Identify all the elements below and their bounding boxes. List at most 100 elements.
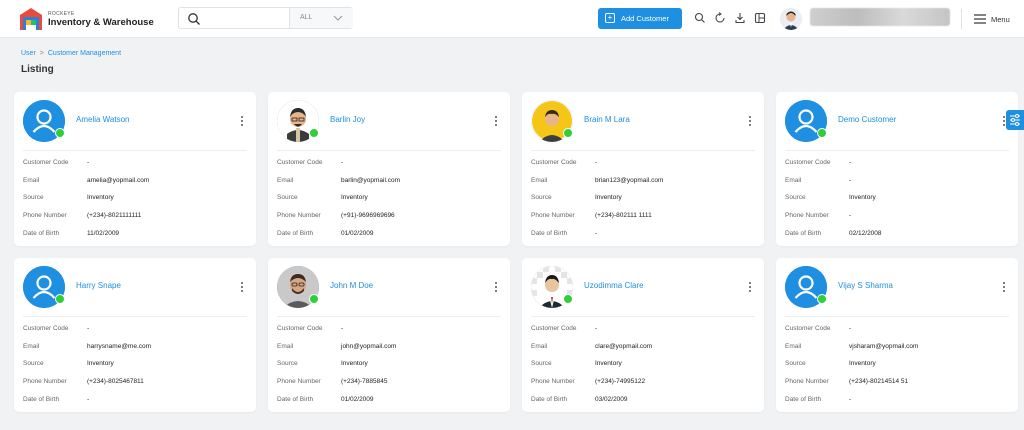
field-value-source: Inventory: [849, 360, 876, 367]
field-label-dob: Date of Birth: [785, 396, 822, 403]
field-value-dob: 02/12/2008: [849, 230, 882, 237]
card-divider: [23, 150, 247, 151]
layout-grid-icon[interactable]: [754, 12, 766, 24]
field-label-phone: Phone Number: [531, 378, 575, 385]
customer-name[interactable]: Uzodimma Clare: [584, 281, 644, 290]
more-options-icon[interactable]: [746, 115, 754, 127]
field-label-code: Customer Code: [531, 159, 577, 166]
more-options-icon[interactable]: [238, 281, 246, 293]
customer-name[interactable]: Barlin Joy: [330, 115, 365, 124]
field-label-dob: Date of Birth: [23, 230, 60, 237]
field-value-code: -: [87, 159, 90, 166]
field-value-code: -: [341, 325, 344, 332]
search-icon[interactable]: [187, 12, 201, 26]
field-label-email: Email: [785, 177, 802, 184]
field-value-phone: -: [849, 212, 852, 219]
field-label-dob: Date of Birth: [23, 396, 60, 403]
chevron-down-icon: [333, 15, 343, 21]
online-status-dot: [563, 128, 573, 138]
customer-name[interactable]: Brain M Lara: [584, 115, 630, 124]
card-divider: [531, 150, 755, 151]
filter-settings-tab[interactable]: [1006, 110, 1024, 130]
online-status-dot: [817, 294, 827, 304]
customer-card[interactable]: Barlin Joy Customer Code - Email barlin@yopm…: [268, 92, 510, 246]
field-value-phone: (+91)-9696969696: [341, 212, 395, 219]
card-divider: [277, 316, 501, 317]
hamburger-menu-icon[interactable]: [974, 14, 986, 24]
menu-label[interactable]: Menu: [991, 15, 1010, 24]
field-value-phone: (+234)-8025467811: [87, 378, 144, 385]
add-customer-button[interactable]: + Add Customer: [598, 8, 682, 29]
download-icon[interactable]: [734, 12, 746, 24]
field-value-code: -: [595, 325, 598, 332]
field-label-email: Email: [531, 177, 548, 184]
online-status-dot: [309, 294, 319, 304]
more-options-icon[interactable]: [492, 281, 500, 293]
field-label-phone: Phone Number: [785, 378, 829, 385]
customer-card[interactable]: Vijay S Sharma Customer Code - Email vjshara…: [776, 258, 1018, 412]
card-divider: [23, 316, 247, 317]
customer-card[interactable]: Uzodimma Clare Customer Code - Email clare@y…: [522, 258, 764, 412]
field-value-dob: 03/02/2009: [595, 396, 628, 403]
field-label-email: Email: [277, 177, 294, 184]
breadcrumb-separator: >: [39, 50, 44, 57]
online-status-dot: [309, 128, 319, 138]
field-label-code: Customer Code: [277, 159, 323, 166]
search-toolbar-icon[interactable]: [694, 12, 706, 24]
field-value-phone: (+234)-8021111111: [87, 212, 142, 219]
field-label-code: Customer Code: [23, 159, 69, 166]
customer-name[interactable]: Amelia Watson: [76, 115, 130, 124]
card-divider: [531, 316, 755, 317]
field-label-email: Email: [531, 343, 548, 350]
field-label-source: Source: [277, 360, 298, 367]
brand-name[interactable]: Inventory & Warehouse: [48, 17, 154, 28]
customer-card[interactable]: Demo Customer Customer Code - Email - Source I…: [776, 92, 1018, 246]
field-label-source: Source: [23, 360, 44, 367]
online-status-dot: [817, 128, 827, 138]
field-label-dob: Date of Birth: [531, 396, 568, 403]
search-filter-dropdown[interactable]: ALL: [289, 8, 353, 28]
customer-name[interactable]: Vijay S Sharma: [838, 281, 893, 290]
customer-card[interactable]: John M Doe Customer Code - Email john@yopmai…: [268, 258, 510, 412]
breadcrumb-root[interactable]: User: [21, 50, 36, 57]
customer-card[interactable]: Amelia Watson Customer Code - Email amelia@y…: [14, 92, 256, 246]
field-value-phone: (+234)-802111 1111: [595, 212, 652, 219]
field-value-source: Inventory: [595, 194, 622, 201]
field-label-code: Customer Code: [23, 325, 69, 332]
customer-card[interactable]: Brain M Lara Customer Code - Email brian123@…: [522, 92, 764, 246]
online-status-dot: [55, 128, 65, 138]
customer-card[interactable]: Harry Snape Customer Code - Email harrysname…: [14, 258, 256, 412]
field-value-email: vjsharam@yopmail.com: [849, 343, 919, 350]
customer-name[interactable]: Demo Customer: [838, 115, 896, 124]
field-value-code: -: [595, 159, 598, 166]
field-value-source: Inventory: [595, 360, 622, 367]
card-divider: [785, 150, 1009, 151]
field-label-dob: Date of Birth: [531, 230, 568, 237]
field-value-email: clare@yopmail.com: [595, 343, 653, 350]
user-name-redacted[interactable]: [810, 8, 950, 26]
customer-name[interactable]: Harry Snape: [76, 281, 121, 290]
breadcrumb-current[interactable]: Customer Management: [48, 50, 121, 57]
more-options-icon[interactable]: [746, 281, 754, 293]
field-value-source: Inventory: [849, 194, 876, 201]
global-search: ALL: [178, 7, 353, 29]
more-options-icon[interactable]: [1000, 281, 1008, 293]
field-value-phone: (+234)-80214514 51: [849, 378, 909, 385]
field-label-code: Customer Code: [785, 159, 831, 166]
field-label-phone: Phone Number: [23, 212, 67, 219]
customer-name[interactable]: John M Doe: [330, 281, 373, 290]
more-options-icon[interactable]: [492, 115, 500, 127]
page-title: Listing: [21, 64, 54, 75]
field-label-source: Source: [277, 194, 298, 201]
brand-logo-icon[interactable]: [18, 6, 44, 32]
sliders-icon: [1010, 114, 1020, 126]
refresh-icon[interactable]: [714, 12, 726, 24]
user-avatar[interactable]: [780, 8, 802, 30]
more-options-icon[interactable]: [238, 115, 246, 127]
field-label-source: Source: [23, 194, 44, 201]
field-value-source: Inventory: [341, 194, 368, 201]
field-label-source: Source: [531, 360, 552, 367]
field-value-code: -: [87, 325, 90, 332]
search-input[interactable]: [207, 10, 287, 26]
field-label-phone: Phone Number: [23, 378, 67, 385]
